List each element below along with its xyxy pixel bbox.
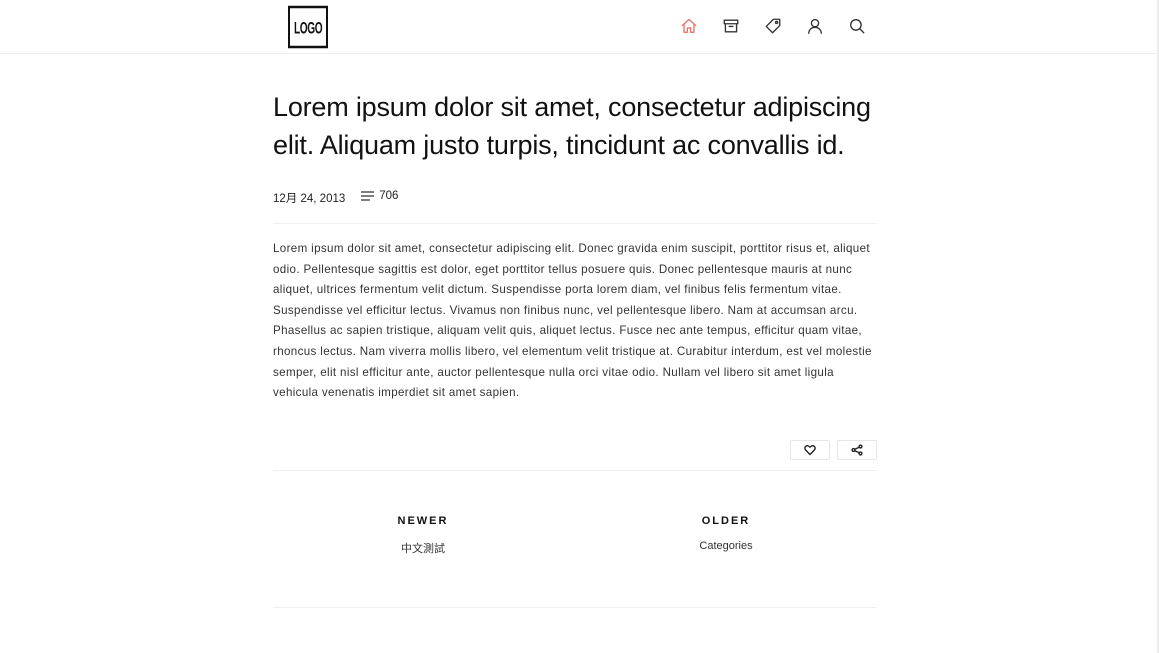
newer-post: NEWER 中文測試 xyxy=(383,515,463,557)
heart-icon xyxy=(804,444,816,455)
logo-text: LOGO xyxy=(293,17,323,37)
older-heading: OLDER xyxy=(701,514,751,527)
site-logo[interactable]: LOGO xyxy=(288,5,328,49)
post-date: 12月 24, 2013 xyxy=(273,193,346,205)
user-icon xyxy=(808,18,822,34)
post-navigation: NEWER 中文測試 OLDER Categories xyxy=(273,471,877,607)
home-icon xyxy=(681,18,697,33)
post-article: Lorem ipsum dolor sit amet, consectetur … xyxy=(273,54,877,608)
main-nav xyxy=(676,14,870,38)
tag-icon xyxy=(765,18,781,34)
nav-home[interactable] xyxy=(676,14,702,38)
nav-tags[interactable] xyxy=(760,14,786,38)
search-icon xyxy=(850,19,865,34)
share-button[interactable] xyxy=(837,439,877,460)
post-meta: 12月 24, 2013 706 xyxy=(273,190,877,224)
nav-search[interactable] xyxy=(844,14,870,38)
post-body: Lorem ipsum dolor sit amet, consectetur … xyxy=(273,242,872,400)
share-icon xyxy=(851,444,863,456)
divider xyxy=(273,606,877,608)
site-header: LOGO xyxy=(0,0,1157,54)
post-actions xyxy=(273,439,877,470)
older-post-link[interactable]: Categories xyxy=(699,540,752,552)
newer-post-link[interactable]: 中文測試 xyxy=(401,540,445,556)
nav-about[interactable] xyxy=(802,14,828,38)
word-count-value: 706 xyxy=(379,190,399,202)
archive-icon xyxy=(723,19,739,33)
word-count: 706 xyxy=(361,190,398,202)
newer-heading: NEWER xyxy=(397,514,449,527)
older-post: OLDER Categories xyxy=(686,515,766,554)
lines-icon xyxy=(361,191,375,201)
nav-archive[interactable] xyxy=(718,14,744,38)
post-title: Lorem ipsum dolor sit amet, consectetur … xyxy=(273,92,871,160)
like-button[interactable] xyxy=(790,439,830,460)
